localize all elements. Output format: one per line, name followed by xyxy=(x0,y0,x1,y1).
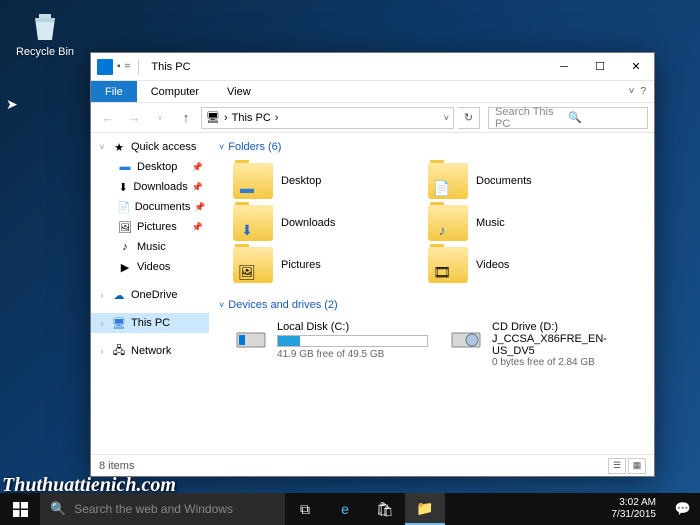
pin-icon: 📌 xyxy=(192,182,203,193)
pin-icon: 📌 xyxy=(192,222,203,233)
drive-icon xyxy=(233,321,269,357)
drive-c[interactable]: Local Disk (C:)41.9 GB free of 49.5 GB xyxy=(233,321,428,368)
start-button[interactable] xyxy=(0,493,40,525)
pc-icon: 🖥 xyxy=(206,111,220,124)
search-input[interactable]: Search This PC 🔍 xyxy=(488,107,648,129)
folder-downloads[interactable]: ⬇Downloads xyxy=(233,205,408,241)
nav-network[interactable]: ›🖧Network xyxy=(91,341,209,361)
search-placeholder: Search This PC xyxy=(495,106,568,130)
nav-onedrive[interactable]: ›☁OneDrive xyxy=(91,285,209,305)
pc-icon: 🖥 xyxy=(111,315,127,331)
window-title: This PC xyxy=(147,61,190,73)
qat-item[interactable]: = xyxy=(125,61,131,72)
recycle-bin-icon xyxy=(27,8,63,44)
music-icon: ♪ xyxy=(117,239,133,255)
folder-pictures[interactable]: 🖼Pictures xyxy=(233,247,408,283)
documents-icon: 📄 xyxy=(117,199,131,215)
recycle-bin[interactable]: Recycle Bin xyxy=(10,8,80,58)
ribbon-help-icon[interactable]: ? xyxy=(640,86,646,97)
app-icon xyxy=(97,59,113,75)
nav-documents[interactable]: 📄Documents📌 xyxy=(111,197,209,217)
drives-header[interactable]: ˅Devices and drives (2) xyxy=(219,295,644,315)
pin-icon: 📌 xyxy=(192,162,203,173)
desktop-icon: ▬ xyxy=(117,159,133,175)
folder-icon: 🎞 xyxy=(428,247,468,283)
nav-music[interactable]: ♪Music xyxy=(111,237,209,257)
explorer-window: ▪ = This PC ─ ☐ ✕ File Computer View ˅? … xyxy=(90,52,655,477)
nav-desktop[interactable]: ▬Desktop📌 xyxy=(111,157,209,177)
network-icon: 🖧 xyxy=(111,343,127,359)
folder-documents[interactable]: 📄Documents xyxy=(428,163,603,199)
minimize-button[interactable]: ─ xyxy=(546,53,582,81)
downloads-icon: ⬇ xyxy=(117,179,129,195)
search-icon: 🔍 xyxy=(50,501,66,517)
breadcrumb-sep: › xyxy=(224,112,228,124)
recent-button[interactable]: ˅ xyxy=(149,107,171,129)
status-bar: 8 items ☰▦ xyxy=(91,454,654,476)
usage-bar xyxy=(277,335,428,347)
tab-computer[interactable]: Computer xyxy=(137,81,213,102)
cursor-icon: ➤ xyxy=(6,96,18,113)
action-center-button[interactable]: 💬 xyxy=(666,493,700,525)
taskbar-edge[interactable]: e xyxy=(325,493,365,525)
nav-quick-access[interactable]: ˅★Quick access xyxy=(91,137,209,157)
view-icons-button[interactable]: ▦ xyxy=(628,458,646,474)
navbar: ← → ˅ ↑ 🖥 › This PC › ˅ ↻ Search This PC… xyxy=(91,103,654,133)
maximize-button[interactable]: ☐ xyxy=(582,53,618,81)
refresh-button[interactable]: ↻ xyxy=(458,107,480,129)
search-icon: 🔍 xyxy=(568,111,641,124)
view-details-button[interactable]: ☰ xyxy=(608,458,626,474)
nav-pane: ˅★Quick access ▬Desktop📌 ⬇Downloads📌 📄Do… xyxy=(91,133,209,454)
task-view-button[interactable]: ⧉ xyxy=(285,493,325,525)
videos-icon: ▶ xyxy=(117,259,133,275)
nav-downloads[interactable]: ⬇Downloads📌 xyxy=(111,177,209,197)
ribbon-expand-icon[interactable]: ˅ xyxy=(629,86,635,97)
taskbar-clock[interactable]: 3:02 AM7/31/2015 xyxy=(602,493,667,525)
pictures-icon: 🖼 xyxy=(117,219,133,235)
drive-d[interactable]: CD Drive (D:)J_CCSA_X86FRE_EN-US_DV50 by… xyxy=(448,321,643,368)
tab-file[interactable]: File xyxy=(91,81,137,102)
folder-desktop[interactable]: ▬Desktop xyxy=(233,163,408,199)
nav-pictures[interactable]: 🖼Pictures📌 xyxy=(111,217,209,237)
nav-videos[interactable]: ▶Videos xyxy=(111,257,209,277)
taskbar-search[interactable]: 🔍Search the web and Windows xyxy=(40,493,285,525)
forward-button[interactable]: → xyxy=(123,107,145,129)
qat-item[interactable]: ▪ xyxy=(117,61,121,72)
chevron-down-icon: ˅ xyxy=(219,142,224,152)
dvd-icon xyxy=(448,321,484,357)
onedrive-icon: ☁ xyxy=(111,287,127,303)
star-icon: ★ xyxy=(111,139,127,155)
folder-icon: 🖼 xyxy=(233,247,273,283)
nav-this-pc[interactable]: ›🖥This PC xyxy=(91,313,209,333)
folder-icon: 📄 xyxy=(428,163,468,199)
back-button[interactable]: ← xyxy=(97,107,119,129)
folder-music[interactable]: ♪Music xyxy=(428,205,603,241)
recycle-bin-label: Recycle Bin xyxy=(10,46,80,58)
folder-icon: ▬ xyxy=(233,163,273,199)
taskbar-store[interactable]: 🛍 xyxy=(365,493,405,525)
folder-videos[interactable]: 🎞Videos xyxy=(428,247,603,283)
address-dropdown-icon[interactable]: ˅ xyxy=(444,113,449,123)
chevron-down-icon: ˅ xyxy=(219,300,224,310)
up-button[interactable]: ↑ xyxy=(175,107,197,129)
taskbar: 🔍Search the web and Windows ⧉ e 🛍 📁 3:02… xyxy=(0,493,700,525)
address-bar[interactable]: 🖥 › This PC › ˅ xyxy=(201,107,454,129)
item-count: 8 items xyxy=(99,460,134,472)
titlebar[interactable]: ▪ = This PC ─ ☐ ✕ xyxy=(91,53,654,81)
breadcrumb-sep: › xyxy=(275,112,279,124)
tab-view[interactable]: View xyxy=(213,81,265,102)
folder-icon: ♪ xyxy=(428,205,468,241)
folders-header[interactable]: ˅Folders (6) xyxy=(219,137,644,157)
pin-icon: 📌 xyxy=(194,202,205,213)
close-button[interactable]: ✕ xyxy=(618,53,654,81)
breadcrumb[interactable]: This PC xyxy=(232,112,271,124)
taskbar-explorer[interactable]: 📁 xyxy=(405,493,445,525)
folder-icon: ⬇ xyxy=(233,205,273,241)
ribbon: File Computer View ˅? xyxy=(91,81,654,103)
content-pane: ˅Folders (6) ▬Desktop 📄Documents ⬇Downlo… xyxy=(209,133,654,454)
